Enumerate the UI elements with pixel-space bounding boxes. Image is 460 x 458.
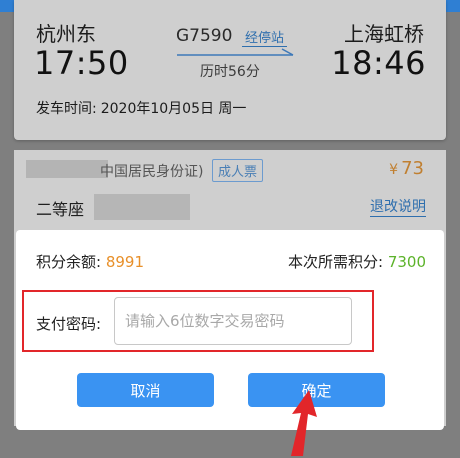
price-value: 73: [401, 158, 424, 179]
points-balance: 积分余额: 8991: [36, 251, 144, 272]
seat-class: 二等座: [36, 200, 85, 219]
departure-info: 发车时间: 2020年10月05日 周一: [36, 98, 246, 118]
ticket-type-badge: 成人票: [212, 159, 264, 182]
departure-station: 杭州东: [36, 22, 96, 46]
points-payment-dialog: 积分余额: 8991 本次所需积分: 7300 支付密码: 取消 确定: [16, 230, 444, 430]
arrival-station: 上海虹桥: [344, 22, 424, 46]
departure-label: 发车时间:: [36, 101, 97, 117]
cancel-button[interactable]: 取消: [77, 373, 214, 407]
trip-card: 杭州东 上海虹桥 17:50 18:46 G7590 经停站 历时56分 发车时…: [14, 0, 446, 140]
blurred-passenger-name: [26, 160, 108, 178]
points-required-value: 7300: [387, 253, 426, 271]
points-required: 本次所需积分: 7300: [288, 251, 426, 272]
stops-link[interactable]: 经停站: [242, 27, 288, 47]
points-balance-label: 积分余额:: [36, 253, 102, 271]
points-balance-value: 8991: [105, 253, 145, 271]
departure-time: 17:50: [34, 44, 129, 82]
password-label: 支付密码:: [36, 315, 102, 333]
currency-symbol: ¥: [389, 162, 399, 178]
departure-date: 2020年10月05日 周一: [100, 101, 247, 117]
ticket-price: ¥73: [389, 158, 424, 179]
arrival-time: 18:46: [331, 44, 426, 82]
blurred-seat-info: [94, 194, 190, 220]
pointer-arrow-icon: [291, 390, 317, 456]
refund-policy-link[interactable]: 退改说明: [370, 196, 426, 217]
payment-password-input[interactable]: [114, 297, 352, 345]
arrow-right-icon: [177, 48, 294, 56]
points-required-label: 本次所需积分:: [287, 253, 384, 271]
trip-duration: 历时56分: [200, 64, 260, 80]
train-number: G7590: [176, 26, 233, 46]
id-type: 中国居民身份证): [100, 164, 204, 180]
